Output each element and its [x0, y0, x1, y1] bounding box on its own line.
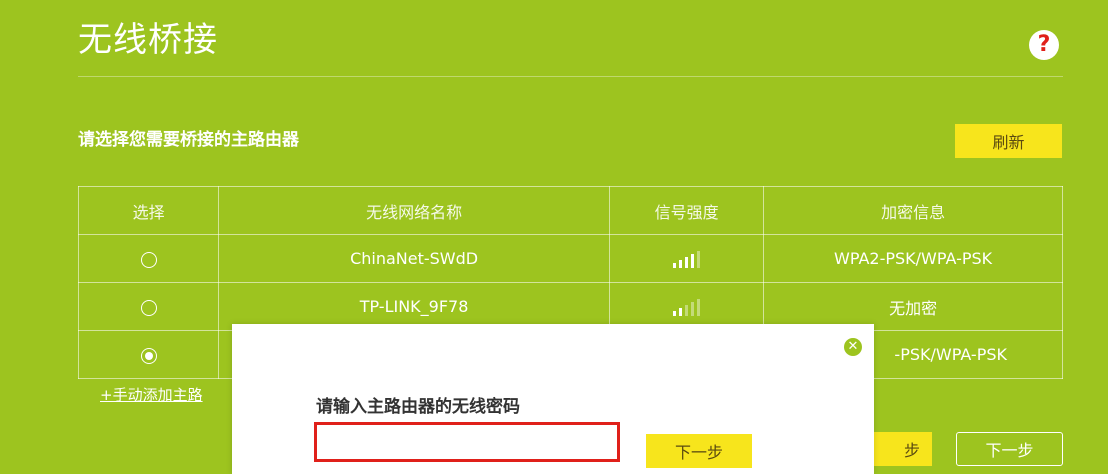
signal-strength-icon	[673, 250, 701, 269]
signal-cell	[609, 234, 765, 283]
table-header-row: 选择 无线网络名称 信号强度 加密信息	[77, 186, 1063, 235]
help-icon[interactable]: ?	[1029, 30, 1059, 60]
table-row[interactable]: ChinaNet-SWdD WPA2-PSK/WPA-PSK	[77, 234, 1063, 283]
header-security: 加密信息	[763, 186, 1063, 235]
instruction-text: 请选择您需要桥接的主路由器	[78, 130, 299, 150]
header-signal: 信号强度	[609, 186, 765, 235]
signal-strength-icon	[673, 298, 701, 317]
radio-button[interactable]	[140, 347, 157, 364]
ssid-cell: ChinaNet-SWdD	[218, 234, 611, 283]
select-cell	[77, 330, 220, 379]
header-ssid: 无线网络名称	[218, 186, 611, 235]
header-select: 选择	[77, 186, 220, 235]
select-cell	[77, 282, 220, 331]
title-divider	[78, 76, 1063, 77]
password-dialog: ✕ 请输入主路由器的无线密码 下一步	[232, 324, 874, 474]
radio-button[interactable]	[140, 299, 157, 316]
select-cell	[77, 234, 220, 283]
refresh-button[interactable]: 刷新	[955, 124, 1062, 158]
password-label: 请输入主路由器的无线密码	[316, 397, 520, 417]
page-title: 无线桥接	[78, 20, 218, 60]
next-button-outline[interactable]: 下一步	[956, 432, 1063, 466]
manual-add-link[interactable]: +手动添加主路	[100, 384, 203, 405]
dialog-next-button[interactable]: 下一步	[646, 434, 752, 468]
security-cell: WPA2-PSK/WPA-PSK	[763, 234, 1063, 283]
close-icon[interactable]: ✕	[844, 338, 862, 356]
password-input[interactable]	[314, 422, 620, 462]
radio-button[interactable]	[140, 251, 157, 268]
